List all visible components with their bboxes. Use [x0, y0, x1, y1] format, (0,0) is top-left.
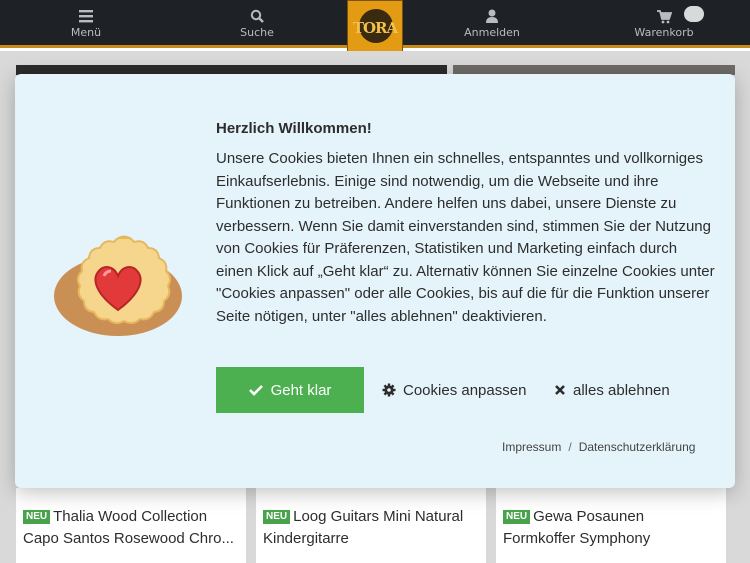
gear-icon	[382, 383, 396, 397]
product-title-line1: Gewa Posaunen	[533, 508, 645, 525]
login-button[interactable]: Anmelden	[437, 8, 547, 39]
login-label: Anmelden	[464, 26, 520, 39]
modal-footer-links: Impressum / Datenschutzerklärung	[502, 440, 695, 454]
accept-label: Geht klar	[270, 381, 332, 399]
logo-text: TORA	[352, 19, 398, 37]
new-badge: NEU	[23, 510, 51, 524]
modal-title: Herzlich Willkommen!	[216, 120, 372, 137]
cart-icon	[657, 10, 672, 24]
product-title-line2: Formkoffer Symphony	[503, 530, 651, 547]
menu-button[interactable]: Menü	[31, 8, 141, 39]
menu-label: Menü	[70, 26, 102, 39]
customize-label: Cookies anpassen	[403, 381, 527, 399]
cart-label: Warenkorb	[634, 26, 694, 39]
hamburger-icon	[79, 10, 93, 23]
product-title-line1: Loog Guitars Mini Natural	[293, 508, 464, 525]
cookie-consent-modal: Herzlich Willkommen! Unsere Cookies biet…	[15, 74, 735, 488]
search-label: Suche	[240, 26, 274, 39]
cart-count-badge	[684, 6, 704, 22]
new-badge: NEU	[263, 510, 291, 524]
privacy-link[interactable]: Datenschutzerklärung	[579, 440, 696, 454]
close-icon	[555, 385, 565, 395]
imprint-link[interactable]: Impressum	[502, 440, 561, 454]
accept-cookies-button[interactable]: Geht klar	[216, 367, 364, 413]
top-navigation: Menü Suche TORA Anmelden Warenkorb	[0, 0, 750, 54]
product-card[interactable]: NEU Gewa Posaunen Formkoffer Symphony	[496, 488, 726, 563]
search-icon	[250, 9, 264, 23]
product-card[interactable]: NEU Loog Guitars Mini Natural Kindergitar…	[256, 488, 486, 563]
search-button[interactable]: Suche	[202, 8, 312, 39]
link-separator: /	[568, 440, 572, 454]
reject-label: alles ablehnen	[573, 381, 670, 399]
user-icon	[486, 9, 498, 23]
reject-all-button[interactable]: alles ablehnen	[554, 367, 670, 413]
modal-body-text: Unsere Cookies bieten Ihnen ein schnelle…	[216, 150, 715, 325]
product-title-line2: Capo Santos Rosewood Chro...	[23, 530, 234, 547]
cookie-image	[54, 235, 182, 336]
product-title-line1: Thalia Wood Collection	[53, 508, 208, 525]
new-badge: NEU	[503, 510, 531, 524]
product-title-line2: Kindergitarre	[263, 530, 349, 547]
store-logo[interactable]: TORA	[347, 0, 403, 54]
check-icon	[248, 385, 263, 396]
product-card[interactable]: NEU Thalia Wood Collection Capo Santos Ro…	[16, 488, 246, 563]
customize-cookies-button[interactable]: Cookies anpassen	[382, 367, 526, 413]
